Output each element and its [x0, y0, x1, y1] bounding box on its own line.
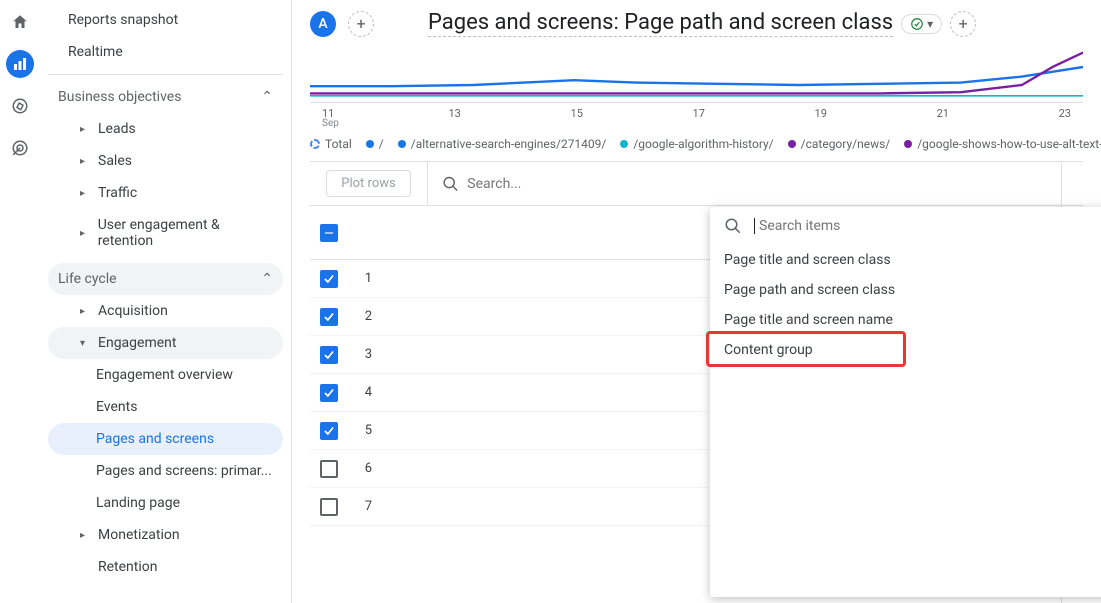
caret-right-icon: ▸ [80, 124, 90, 135]
row-checkbox[interactable] [320, 498, 338, 516]
legend-item[interactable]: / [366, 137, 384, 151]
legend-item[interactable]: Total [310, 137, 352, 151]
sidebar-item-leads[interactable]: ▸Leads [48, 113, 283, 145]
page-title[interactable]: Pages and screens: Page path and screen … [428, 10, 893, 37]
section-label: Life cycle [58, 271, 117, 287]
row-number: 5 [338, 423, 378, 438]
main-content: A + Pages and screens: Page path and scr… [292, 0, 1101, 603]
sidebar-item-sales[interactable]: ▸Sales [48, 145, 283, 177]
sidebar: Reports snapshot Realtime Business objec… [40, 0, 292, 603]
legend-dot-icon [620, 140, 628, 148]
add-metric-button[interactable]: + [950, 11, 976, 37]
reports-icon[interactable] [6, 50, 34, 78]
chevron-up-icon: ⌃ [261, 89, 273, 105]
legend-item[interactable]: /category/news/ [788, 137, 891, 151]
legend-label: Total [325, 137, 352, 151]
legend-dot-icon [366, 140, 374, 148]
sidebar-item-acquisition[interactable]: ▸Acquisition [48, 295, 283, 327]
legend-item[interactable]: /alternative-search-engines/271409/ [398, 137, 607, 151]
explore-icon[interactable] [6, 92, 34, 120]
row-checkbox[interactable] [320, 308, 338, 326]
dimension-dropdown: Page title and screen classPage path and… [710, 207, 1101, 597]
legend-dot-icon [788, 140, 796, 148]
chevron-down-icon: ▾ [927, 17, 933, 31]
table-search-input[interactable] [467, 176, 1083, 192]
row-number: 3 [338, 347, 378, 362]
caret-right-icon: ▸ [80, 228, 90, 239]
sidebar-section-business-objectives[interactable]: Business objectives ⌃ [48, 81, 283, 113]
caret-down-icon: ▾ [80, 338, 90, 349]
caret-right-icon: ▸ [80, 156, 90, 167]
legend-dot-icon [310, 139, 320, 149]
search-icon [442, 175, 459, 193]
chart-x-axis: 11Sep 13 15 17 19 21 23 [292, 103, 1101, 129]
row-checkbox[interactable] [320, 422, 338, 440]
legend-label: /google-algorithm-history/ [633, 137, 773, 151]
row-checkbox[interactable] [320, 384, 338, 402]
status-chip[interactable]: ▾ [901, 14, 942, 34]
legend-label: /category/news/ [801, 137, 891, 151]
row-checkbox[interactable] [320, 270, 338, 288]
sidebar-section-life-cycle[interactable]: Life cycle ⌃ [48, 263, 283, 295]
row-checkbox[interactable] [320, 460, 338, 478]
sidebar-item-user-engagement-retention[interactable]: ▸User engagement & retention [48, 209, 283, 257]
row-number: 1 [338, 271, 378, 286]
sidebar-item-pages-and-screens[interactable]: Pages and screens [48, 423, 283, 455]
sidebar-item-events[interactable]: Events [48, 391, 283, 423]
sidebar-item-pages-and-screens-primary[interactable]: Pages and screens: primar... [48, 455, 283, 487]
dropdown-item[interactable]: Page path and screen class [710, 275, 1101, 305]
legend-item[interactable]: /google-algorithm-history/ [620, 137, 773, 151]
line-chart[interactable] [310, 43, 1083, 103]
page-header: A + Pages and screens: Page path and scr… [292, 0, 1101, 43]
check-circle-icon [910, 17, 924, 31]
row-number: 7 [338, 499, 378, 514]
legend-label: /alternative-search-engines/271409/ [411, 137, 607, 151]
sidebar-item-realtime[interactable]: Realtime [48, 36, 283, 68]
caret-right-icon: ▸ [80, 188, 90, 199]
caret-right-icon: ▸ [80, 530, 90, 541]
dropdown-item[interactable]: Page title and screen class [710, 245, 1101, 275]
row-number: 4 [338, 385, 378, 400]
add-comparison-button[interactable]: + [348, 11, 374, 37]
chart-legend: Total / /alternative-search-engines/271409… [292, 129, 1101, 161]
search-icon [724, 217, 742, 235]
advertising-icon[interactable] [6, 134, 34, 162]
sidebar-item-reports-snapshot[interactable]: Reports snapshot [48, 4, 283, 36]
legend-dot-icon [398, 140, 406, 148]
legend-label: / [379, 137, 384, 151]
text-cursor [754, 218, 755, 234]
select-all-checkbox[interactable] [320, 224, 338, 242]
dropdown-item[interactable]: Content group [710, 335, 1101, 365]
sidebar-item-landing-page[interactable]: Landing page [48, 487, 283, 519]
legend-label: /google-shows-how-to-use-alt-text-for [917, 137, 1101, 151]
sidebar-item-engagement-overview[interactable]: Engagement overview [48, 359, 283, 391]
plot-rows-cell: Plot rows [310, 162, 428, 205]
legend-item[interactable]: /google-shows-how-to-use-alt-text-for [904, 137, 1101, 151]
legend-dot-icon [904, 140, 912, 148]
sidebar-item-monetization[interactable]: ▸Monetization [48, 519, 283, 551]
row-number: 2 [338, 309, 378, 324]
left-rail [0, 0, 40, 603]
caret-right-icon: ▸ [80, 306, 90, 317]
sidebar-item-engagement[interactable]: ▾Engagement [48, 327, 283, 359]
sidebar-item-retention[interactable]: Retention [48, 551, 283, 583]
section-label: Business objectives [58, 89, 181, 105]
chevron-up-icon: ⌃ [261, 271, 273, 287]
home-icon[interactable] [6, 8, 34, 36]
plot-rows-button[interactable]: Plot rows [326, 170, 410, 197]
row-number: 6 [338, 461, 378, 476]
dropdown-search-input[interactable] [759, 218, 1101, 234]
row-checkbox[interactable] [320, 346, 338, 364]
sidebar-item-traffic[interactable]: ▸Traffic [48, 177, 283, 209]
dropdown-item[interactable]: Page title and screen name [710, 305, 1101, 335]
avatar[interactable]: A [310, 11, 336, 37]
